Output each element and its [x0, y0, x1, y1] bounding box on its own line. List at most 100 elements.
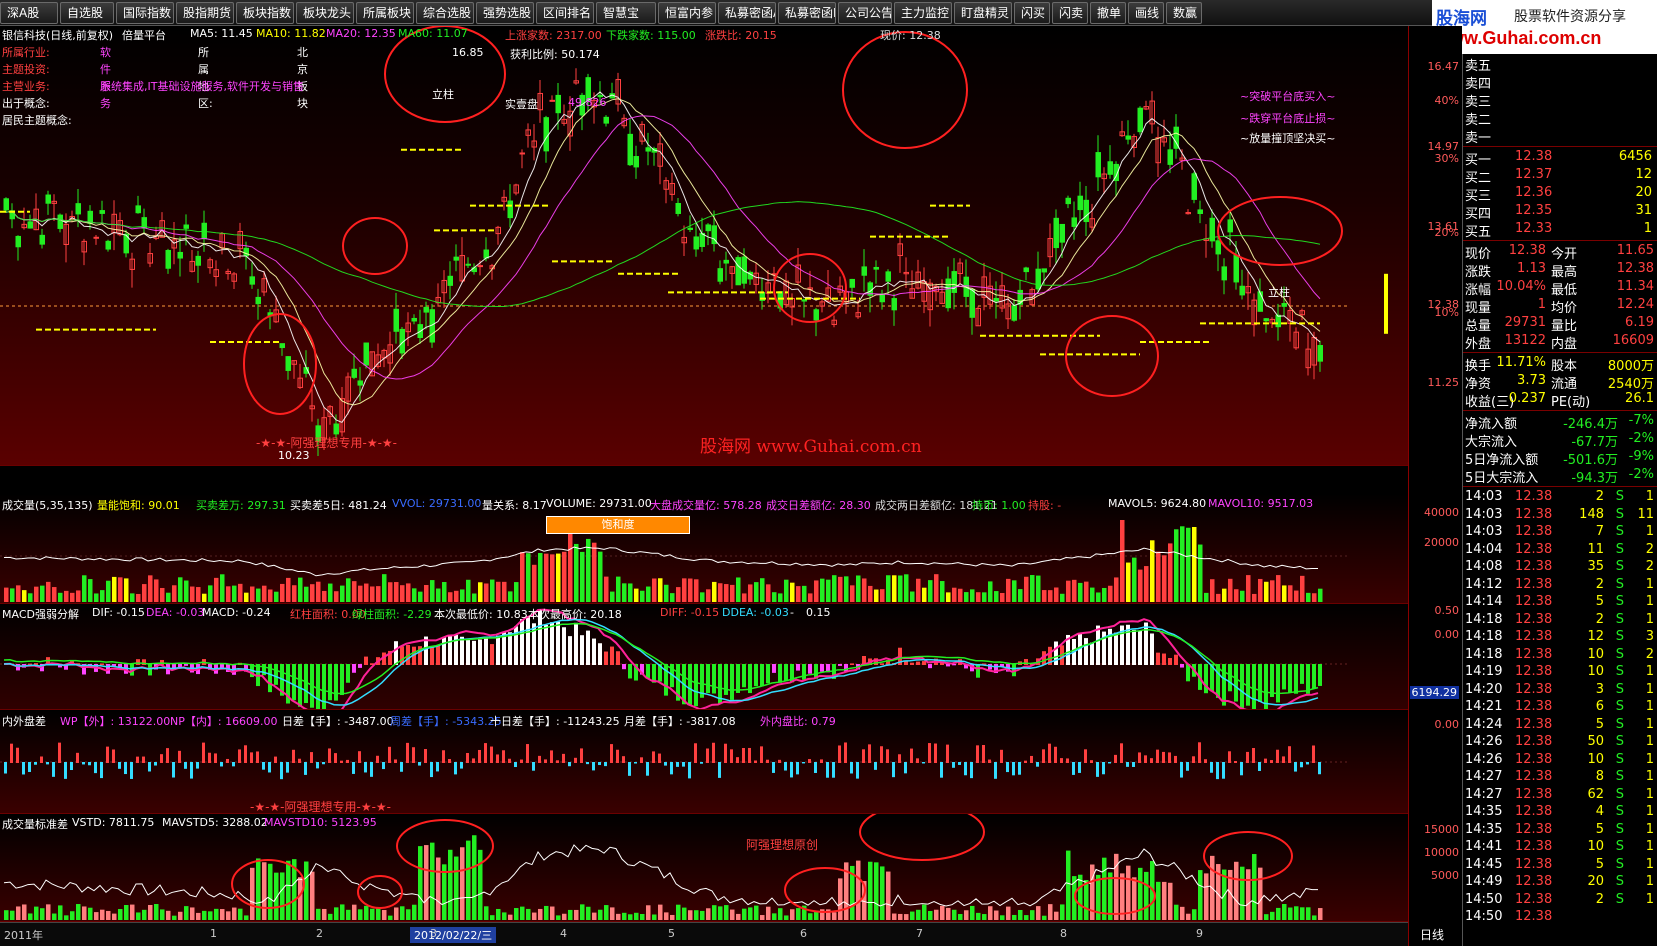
toolbar-button-9[interactable]: 区间排名	[536, 2, 594, 24]
inout-bar	[94, 762, 97, 774]
vstd-bar	[1288, 907, 1293, 920]
volume-bar	[94, 593, 99, 602]
vstd-bar	[982, 914, 987, 920]
toolbar-button-20[interactable]: 画线	[1128, 2, 1164, 24]
vstd-bar	[172, 915, 177, 920]
toolbar-button-21[interactable]: 数赢	[1166, 2, 1202, 24]
flow-pct: -2%	[1628, 467, 1654, 482]
macd-bar	[1276, 664, 1280, 703]
volume-bar	[190, 586, 195, 602]
macd-bar	[712, 664, 716, 694]
macd-bar	[394, 641, 398, 665]
volume-bar	[988, 581, 993, 602]
vstd-bar	[112, 913, 117, 920]
inout-bar	[964, 762, 967, 776]
toolbar-button-8[interactable]: 强势选股	[476, 2, 534, 24]
tick-price: 12.38	[1515, 489, 1553, 504]
inout-bar	[328, 748, 331, 763]
macd-bar	[556, 621, 560, 665]
inout-bar	[1228, 751, 1231, 763]
bid-price: 12.37	[1515, 167, 1553, 182]
volume-bar	[904, 574, 909, 602]
vstd-bar	[256, 858, 261, 920]
toolbar-button-6[interactable]: 所属板块	[356, 2, 414, 24]
inout-bar	[214, 753, 217, 763]
macd-bar	[1162, 653, 1166, 665]
inout-bar	[892, 762, 895, 778]
toolbar-button-7[interactable]: 综合选股	[416, 2, 474, 24]
volume-bar	[610, 591, 615, 602]
toolbar-button-2[interactable]: 国际指数	[116, 2, 174, 24]
time-axis-bar: 2011年 2012/02/22/三 1 2 3 4 5 6 7 8 9	[0, 922, 1408, 946]
tick-row: 14:35 12.38 4 S 1	[1463, 803, 1657, 821]
toolbar-button-1[interactable]: 自选股	[60, 2, 114, 24]
toolbar-button-10[interactable]: 智慧宝	[596, 2, 656, 24]
inout-bar	[706, 748, 709, 763]
candlestick-panel[interactable]: 银信科技(日线,前复权) 倍量平台 MA5: 11.45 MA10: 11.82…	[0, 26, 1408, 466]
toolbar-button-19[interactable]: 撤单	[1090, 2, 1126, 24]
inout-bar	[886, 749, 889, 763]
volume-bar	[856, 575, 861, 602]
candle-body	[75, 203, 81, 215]
stat-row: 涨跌 1.13 最高 12.38	[1463, 260, 1657, 280]
inout-bar	[1252, 747, 1255, 763]
inout-bar	[862, 749, 865, 763]
inout-bar	[538, 755, 541, 763]
toolbar-button-12[interactable]: 私募密函A	[718, 2, 776, 24]
inout-bar	[334, 753, 337, 763]
candle-body	[393, 308, 399, 332]
vstd-bar	[1054, 911, 1059, 920]
macd-bar	[1234, 664, 1238, 702]
month-label: 5	[668, 927, 675, 940]
inout-bar	[292, 749, 295, 763]
macd-bar	[778, 664, 782, 683]
toolbar-button-16[interactable]: 盯盘精灵	[954, 2, 1012, 24]
candle-body	[93, 236, 99, 239]
toolbar-button-17[interactable]: 闪买	[1014, 2, 1050, 24]
stat-value: 16609	[1612, 333, 1654, 348]
toolbar-button-14[interactable]: 公司公告	[838, 2, 892, 24]
macd-bar	[334, 664, 338, 701]
volume-bar	[40, 585, 45, 602]
volume-bar	[526, 553, 531, 602]
inout-bar	[412, 747, 415, 763]
toolbar-button-18[interactable]: 闪卖	[1052, 2, 1088, 24]
inout-bar	[1306, 762, 1309, 765]
vstd-bar	[742, 908, 747, 920]
vstd-bar	[904, 914, 909, 920]
volume-bar	[1138, 569, 1143, 602]
volume_chart-field-7: 成交日差额亿: 28.30	[766, 499, 871, 512]
vstd-bar	[604, 905, 609, 920]
volume-bar	[712, 581, 717, 602]
inout-bar	[1180, 762, 1183, 778]
volume-bar	[682, 578, 687, 602]
stat-value: 10.04%	[1496, 279, 1546, 294]
candle-body	[1167, 149, 1173, 165]
vstd-bar	[952, 909, 957, 920]
candle-body	[675, 202, 681, 214]
tick-volume: 7	[1595, 524, 1604, 539]
toolbar-button-3[interactable]: 股指期货	[176, 2, 234, 24]
tick-price: 12.38	[1515, 839, 1553, 854]
toolbar-button-4[interactable]: 板块指数	[236, 2, 294, 24]
candle-body	[813, 309, 819, 321]
candle-body	[1095, 152, 1101, 178]
macd_chart-tick: 0.50	[1434, 604, 1460, 617]
tick-row: 14:26 12.38 10 S 1	[1463, 751, 1657, 769]
volume-bar	[1318, 588, 1323, 602]
toolbar-button-15[interactable]: 主力监控	[894, 2, 952, 24]
toolbar-button-11[interactable]: 恒富内参	[658, 2, 716, 24]
tick-count: 1	[1645, 856, 1654, 872]
inout-bar	[184, 762, 187, 769]
macd-bar	[754, 664, 758, 687]
toolbar-button-0[interactable]: 深A股	[0, 2, 58, 24]
toolbar-button-13[interactable]: 私募密函B	[778, 2, 836, 24]
tick-time: 14:21	[1465, 699, 1503, 714]
ask-row: 卖四	[1463, 72, 1657, 92]
volume-bar	[652, 578, 657, 602]
vstd_chart-field-0: VSTD: 7811.75	[72, 816, 155, 829]
vstd-bar	[394, 907, 399, 920]
toolbar-button-5[interactable]: 板块龙头	[296, 2, 354, 24]
inout-bar	[1006, 762, 1009, 773]
volume-bar	[1192, 526, 1197, 602]
